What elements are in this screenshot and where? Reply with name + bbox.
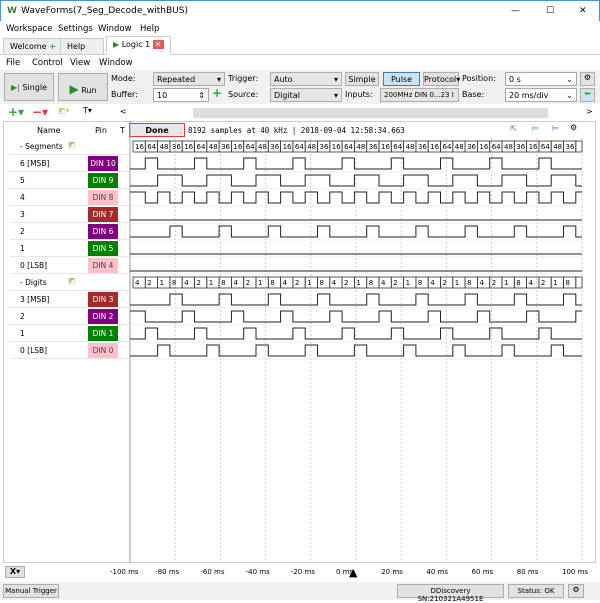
bus-value-label: 16 (283, 143, 292, 151)
bus-value-label: 4 (479, 279, 484, 287)
bus-value-label: 64 (541, 143, 550, 151)
bus-value-label: 36 (467, 143, 476, 151)
bus-value-label: 4 (135, 279, 140, 287)
trigger-position-marker-icon[interactable]: ▲ (349, 566, 357, 579)
bus-value-label: 1 (455, 279, 459, 287)
bus-value-label: 2 (541, 279, 545, 287)
device-info[interactable]: DDiscovery SN:210321A4951E (397, 584, 504, 603)
bus-value-label: 48 (258, 143, 267, 151)
bus-value-label: 2 (197, 279, 201, 287)
bus-value-label: 4 (184, 279, 189, 287)
status-gear-icon[interactable]: ⚙ (568, 584, 584, 598)
bus-value-label: 4 (332, 279, 337, 287)
channel-waveform (130, 174, 582, 187)
time-tick-label: 20 ms (381, 568, 403, 576)
bus-value-label: 36 (270, 143, 279, 151)
bus-value-label: 4 (430, 279, 435, 287)
bus-value-label: 36 (369, 143, 378, 151)
bus-value-label: 2 (393, 279, 397, 287)
bus-value-label: 2 (443, 279, 447, 287)
waveform-plot[interactable]: 16 64 48 36 16 64 48 36 16 64 48 36 16 64 48 36 16 64 48 36… (0, 0, 600, 600)
bus-value-label: 1 (406, 279, 410, 287)
time-tick-label: 80 ms (516, 568, 539, 576)
bus-value-label: 8 (270, 279, 274, 287)
bus-value-label: 1 (553, 279, 557, 287)
time-tick-label: 100 ms (562, 568, 589, 576)
bus-value-label: 36 (566, 143, 575, 151)
bus-value-label: 1 (258, 279, 262, 287)
bus-value-label: 64 (246, 143, 255, 151)
bus-value-label: 64 (344, 143, 353, 151)
time-tick-label: 40 ms (426, 568, 448, 576)
bus-value-label: 48 (356, 143, 365, 151)
time-tick-label: -100 ms (110, 568, 139, 576)
bus-value-label: 16 (381, 143, 390, 151)
bus-value-label: 2 (492, 279, 496, 287)
bus-value-label: 48 (455, 143, 464, 151)
bus-value-label: 4 (233, 279, 238, 287)
bus-segment (575, 276, 583, 289)
bus-value-label: 16 (430, 143, 439, 151)
bus-value-label: 2 (295, 279, 299, 287)
bus-value-label: 64 (393, 143, 402, 151)
bus-value-label: 64 (295, 143, 304, 151)
bus-value-label: 48 (209, 143, 218, 151)
bus-value-label: 16 (233, 143, 242, 151)
bus-value-label: 64 (197, 143, 206, 151)
bus-value-label: 36 (172, 143, 181, 151)
bus-value-label: 48 (160, 143, 169, 151)
bus-value-label: 48 (307, 143, 316, 151)
status-bar: Manual Trigger DDiscovery SN:210321A4951… (0, 582, 600, 603)
bus-value-label: 8 (467, 279, 471, 287)
bus-value-label: 36 (418, 143, 427, 151)
bus-value-label: 1 (209, 279, 213, 287)
bus-value-label: 64 (443, 143, 452, 151)
bus-value-label: 1 (504, 279, 508, 287)
channel-waveform (130, 327, 582, 340)
bus-value-label: 2 (344, 279, 348, 287)
time-tick-label: -20 ms (290, 568, 315, 576)
time-tick-label: -60 ms (200, 568, 225, 576)
bus-value-label: 4 (283, 279, 288, 287)
bus-value-label: 1 (356, 279, 360, 287)
bus-value-label: 48 (504, 143, 513, 151)
x-label: X (9, 567, 17, 576)
bus-value-label: 16 (479, 143, 488, 151)
bus-value-label: 64 (147, 143, 156, 151)
bus-value-label: 8 (172, 279, 176, 287)
bus-value-label: 8 (369, 279, 373, 287)
bus-value-label: 4 (381, 279, 386, 287)
channel-waveform (130, 310, 582, 323)
bus-value-label: 4 (529, 279, 534, 287)
bus-value-label: 1 (307, 279, 311, 287)
x-axis-menu[interactable]: X▾ (5, 566, 25, 578)
bus-segment (575, 140, 583, 153)
status-indicator: Status: OK (508, 584, 564, 598)
bus-value-label: 16 (529, 143, 538, 151)
time-tick-label: -40 ms (245, 568, 270, 576)
bus-value-label: 48 (406, 143, 415, 151)
bus-value-label: 8 (221, 279, 225, 287)
bus-value-label: 36 (221, 143, 230, 151)
bus-value-label: 2 (147, 279, 151, 287)
time-tick-label: -80 ms (155, 568, 180, 576)
time-axis: X▾ -100 ms -80 ms -60 ms -40 ms -20 ms 0 ms 20… (3, 564, 596, 580)
bus-value-label: 8 (418, 279, 422, 287)
bus-value-label: 2 (246, 279, 250, 287)
bus-value-label: 16 (135, 143, 144, 151)
bus-value-label: 8 (320, 279, 324, 287)
bus-value-label: 8 (566, 279, 570, 287)
bus-value-label: 16 (332, 143, 341, 151)
channel-waveform (130, 191, 582, 204)
bus-value-label: 48 (553, 143, 562, 151)
bus-value-label: 8 (516, 279, 520, 287)
bus-value-label: 1 (160, 279, 164, 287)
bus-value-label: 36 (320, 143, 329, 151)
time-tick-label: 60 ms (471, 568, 494, 576)
bus-value-label: 64 (492, 143, 501, 151)
bus-value-label: 16 (184, 143, 193, 151)
bus-value-label: 36 (516, 143, 525, 151)
manual-trigger-button[interactable]: Manual Trigger (3, 584, 59, 598)
